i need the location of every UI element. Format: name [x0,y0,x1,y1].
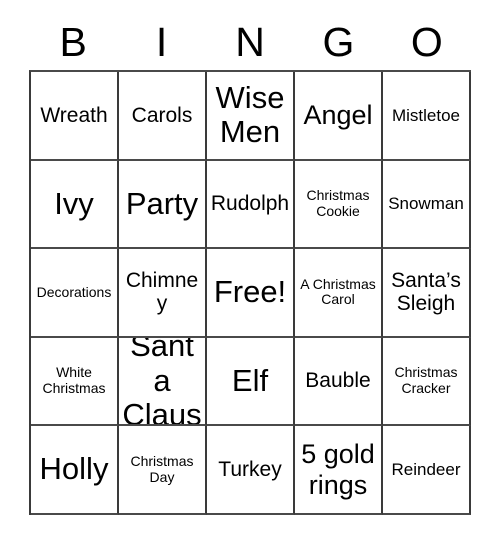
bingo-cell-label: Christmas Cracker [394,364,458,397]
bingo-cell-label: Ivy [54,185,94,221]
bingo-cell-b1[interactable]: Wreath [31,72,119,161]
bingo-cell-b3[interactable]: Decorations [31,249,119,338]
bingo-cell-label: Elf [231,362,269,398]
bingo-cell-n4[interactable]: Elf [207,337,295,427]
bingo-grid: Wreath Carols Wise Men Angel Mistletoe I… [29,70,471,515]
header-letter-g: G [322,18,355,65]
bingo-cell-n1[interactable]: Wise Men [207,72,295,161]
bingo-cell-label: 5 gold rings [301,439,375,500]
bingo-cell-label: Wreath [40,103,108,127]
bingo-cell-label: Free! [213,274,287,310]
bingo-cell-label: Angel [303,100,373,131]
bingo-cell-b5[interactable]: Holly [31,426,119,515]
bingo-cell-b4[interactable]: White Christmas [31,337,119,427]
bingo-cell-label: Santa’s Sleigh [391,268,461,316]
bingo-cell-label: Holly [39,451,109,487]
header-letter-i: I [155,18,168,65]
bingo-cell-g1[interactable]: Angel [295,72,383,161]
header-letter-o: O [410,18,443,65]
bingo-card: B I N G O Wreath Carols Wise Men Angel M… [0,0,500,544]
bingo-cell-i1[interactable]: Carols [119,72,207,161]
bingo-cell-o1[interactable]: Mistletoe [383,72,471,161]
bingo-cell-o4[interactable]: Christmas Cracker [383,337,471,427]
bingo-cell-label: Mistletoe [391,105,461,125]
bingo-cell-i4[interactable]: Santa Claus [119,337,207,427]
bingo-cell-i5[interactable]: Christmas Day [119,426,207,515]
bingo-cell-g4[interactable]: Bauble [295,337,383,427]
bingo-cell-o5[interactable]: Reindeer [383,426,471,515]
bingo-cell-label: Decorations [36,283,112,300]
bingo-cell-label: Reindeer [391,460,461,480]
bingo-cell-label: Wise Men [215,79,285,150]
bingo-cell-g3[interactable]: A Christmas Carol [295,249,383,338]
bingo-cell-label: Carols [131,103,193,127]
bingo-cell-i3[interactable]: Chimney [119,249,207,338]
header-letter-b: B [59,18,87,65]
bingo-header-row: B I N G O [29,14,471,70]
bingo-cell-b2[interactable]: Ivy [31,160,119,250]
bingo-cell-label: White Christmas [42,364,106,397]
bingo-cell-g5[interactable]: 5 gold rings [295,426,383,515]
bingo-cell-label: Chimney [125,268,199,316]
bingo-cell-n5[interactable]: Turkey [207,426,295,515]
bingo-cell-label: Christmas Cookie [306,187,370,219]
bingo-cell-o2[interactable]: Snowman [383,160,471,250]
bingo-cell-label: A Christmas Carol [300,275,376,308]
bingo-cell-label: Party [125,185,199,221]
bingo-cell-label: Rudolph [210,192,290,216]
bingo-cell-i2[interactable]: Party [119,160,207,250]
bingo-cell-label: Santa Claus [122,337,202,427]
bingo-cell-free-space[interactable]: Free! [207,249,295,338]
bingo-cell-label: Turkey [218,457,282,481]
bingo-cell-g2[interactable]: Christmas Cookie [295,160,383,250]
bingo-cell-label: Snowman [388,194,464,214]
bingo-cell-label: Christmas Day [130,453,194,485]
bingo-cell-o3[interactable]: Santa’s Sleigh [383,249,471,338]
bingo-cell-n2[interactable]: Rudolph [207,160,295,250]
bingo-cell-label: Bauble [305,369,371,393]
header-letter-n: N [235,18,265,65]
